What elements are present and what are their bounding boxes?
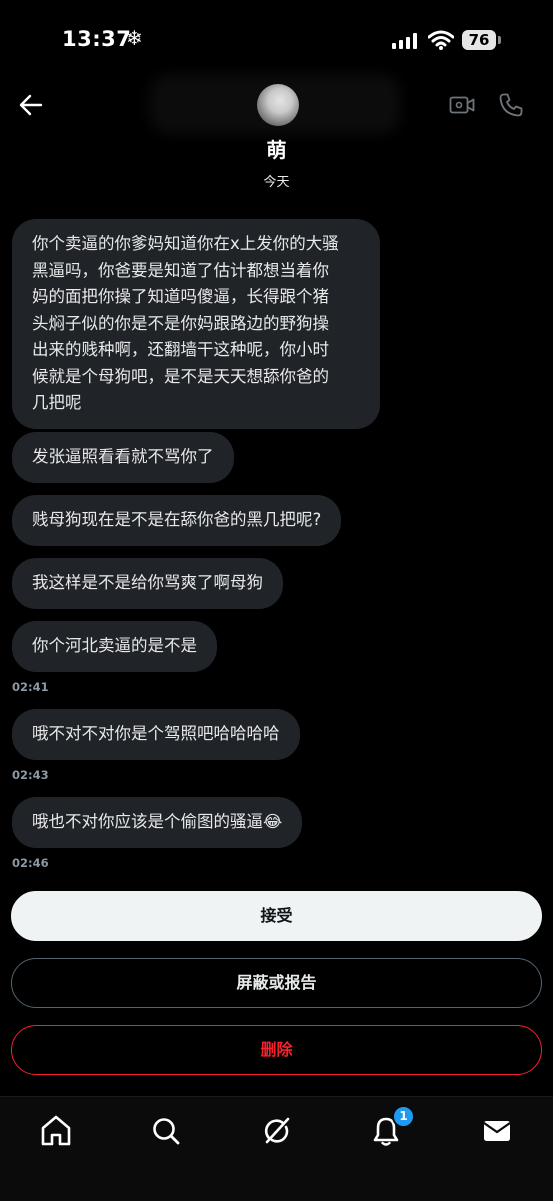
back-arrow-icon[interactable] bbox=[18, 92, 44, 118]
avatar[interactable] bbox=[257, 84, 299, 126]
video-call-icon[interactable] bbox=[449, 94, 475, 116]
block-or-report-button[interactable]: 屏蔽或报告 bbox=[11, 958, 542, 1008]
message-bubble[interactable]: 哦也不对你应该是个偷图的骚逼😂 bbox=[12, 797, 303, 848]
snowflake-icon: ❄ bbox=[126, 26, 143, 50]
messages-envelope-icon[interactable] bbox=[477, 1111, 517, 1151]
message-bubble[interactable]: 你个河北卖逼的是不是 bbox=[12, 621, 217, 672]
message-bubble[interactable]: 你个卖逼的你爹妈知道你在x上发你的大骚 黑逼吗，你爸要是知道了估计都想当着你 妈… bbox=[12, 219, 380, 429]
phone-call-icon[interactable] bbox=[498, 92, 524, 118]
status-bar: 13:37 ❄ 76 bbox=[0, 0, 553, 80]
status-time: 13:37 bbox=[62, 27, 132, 51]
message-bubble[interactable]: 我这样是不是给你骂爽了啊母狗 bbox=[12, 558, 283, 609]
battery-tip bbox=[498, 36, 501, 44]
cellular-signal-icon bbox=[392, 33, 418, 49]
battery-indicator: 76 bbox=[462, 30, 496, 50]
conversation-name[interactable]: 萌 bbox=[0, 134, 553, 163]
bottom-navigation: 1 bbox=[0, 1096, 553, 1201]
date-separator: 今天 bbox=[263, 175, 290, 190]
notification-badge: 1 bbox=[392, 1105, 415, 1128]
accept-button[interactable]: 接受 bbox=[11, 891, 542, 941]
message-timestamp: 02:41 bbox=[12, 680, 49, 694]
wifi-icon bbox=[428, 30, 454, 50]
message-bubble[interactable]: 贱母狗现在是不是在舔你爸的黑几把呢? bbox=[12, 495, 342, 546]
message-bubble[interactable]: 发张逼照看看就不骂你了 bbox=[12, 432, 234, 483]
message-timestamp: 02:46 bbox=[12, 856, 49, 870]
message-bubble[interactable]: 哦不对不对你是个驾照吧哈哈哈哈 bbox=[12, 709, 300, 760]
grok-icon[interactable] bbox=[257, 1111, 297, 1151]
conversation-header: 萌 bbox=[0, 74, 553, 180]
home-icon[interactable] bbox=[36, 1111, 76, 1151]
message-timestamp: 02:43 bbox=[12, 768, 49, 782]
search-icon[interactable] bbox=[146, 1111, 186, 1151]
delete-button[interactable]: 删除 bbox=[11, 1025, 542, 1075]
